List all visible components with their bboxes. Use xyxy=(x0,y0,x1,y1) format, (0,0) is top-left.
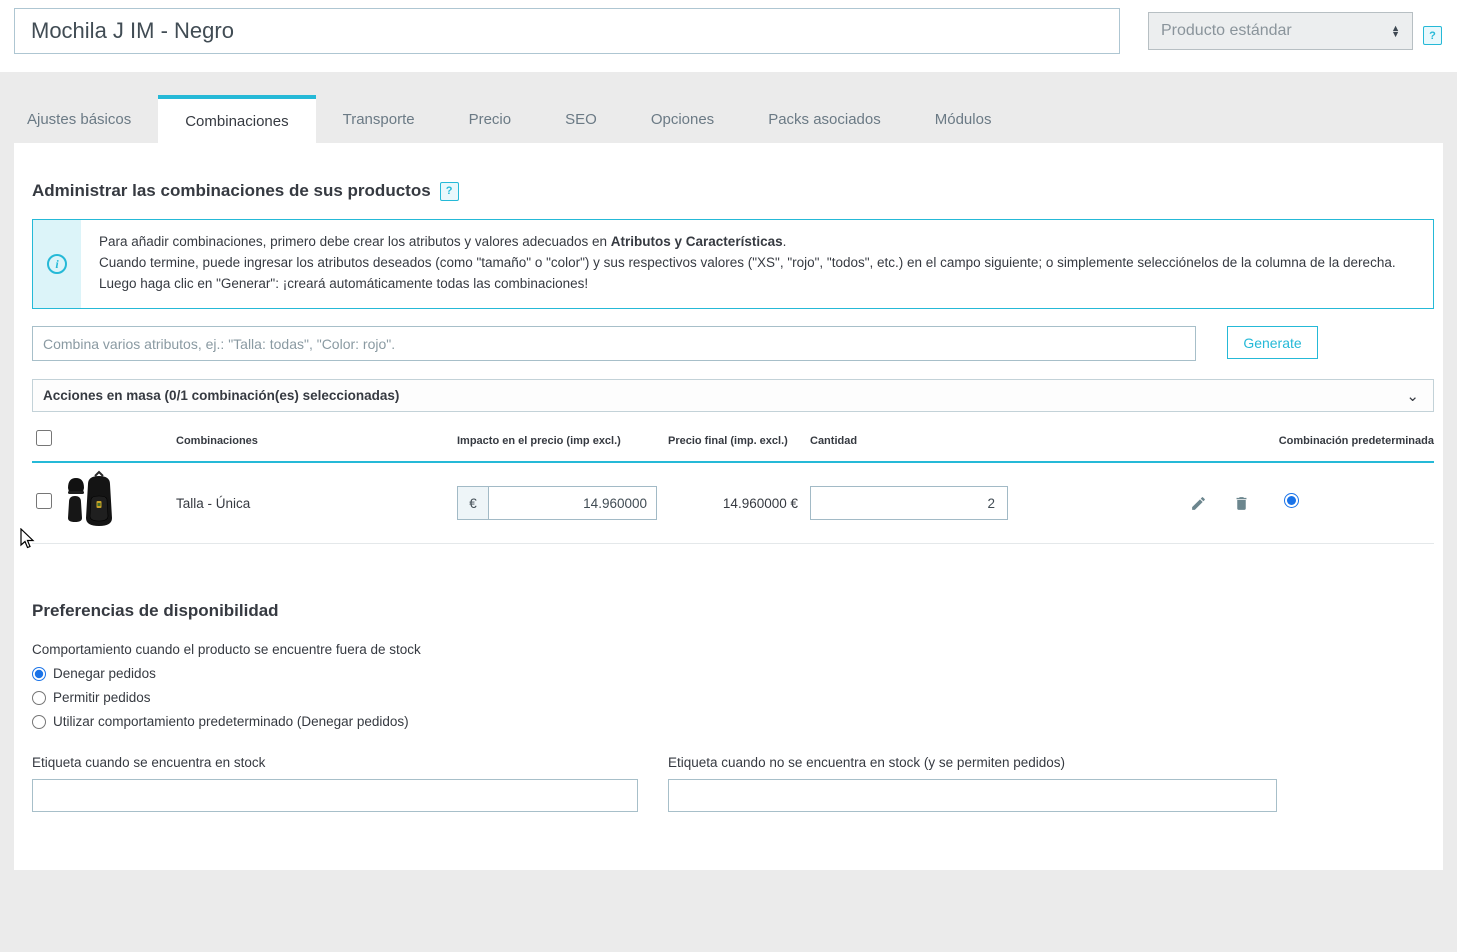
top-bar: Producto estándar ▲▼ ? xyxy=(0,0,1457,72)
chevron-down-icon: ⌄ xyxy=(1406,387,1419,405)
tab-seo[interactable]: SEO xyxy=(538,95,624,143)
select-all-checkbox[interactable] xyxy=(36,430,52,446)
out-of-stock-behavior-label: Comportamiento cuando el producto se enc… xyxy=(32,642,421,657)
product-type-select[interactable]: Producto estándar ▲ ▼ xyxy=(1148,12,1413,50)
tab-transporte[interactable]: Transporte xyxy=(316,95,442,143)
col-header-final-price: Precio final (imp. excl.) xyxy=(668,434,788,447)
tab-precio[interactable]: Precio xyxy=(442,95,539,143)
deny-orders-label: Denegar pedidos xyxy=(53,666,156,681)
info-alert-strip: i xyxy=(33,220,81,308)
availability-title-text: Preferencias de disponibilidad xyxy=(32,601,279,620)
quantity-input[interactable] xyxy=(810,486,1008,520)
info-icon: i xyxy=(47,254,67,274)
product-type-value: Producto estándar xyxy=(1161,22,1292,39)
tab-bar: Ajustes básicos Combinaciones Transporte… xyxy=(0,95,1018,143)
out-of-stock-options: Denegar pedidos Permitir pedidos Utiliza… xyxy=(32,666,409,729)
combinations-table: Combinaciones Impacto en el precio (imp … xyxy=(32,430,1434,544)
final-price-value: 14.960000 € xyxy=(722,495,798,511)
col-header-default: Combinación predeterminada xyxy=(1278,434,1434,447)
out-of-stock-label: Etiqueta cuando no se encuentra en stock… xyxy=(668,755,1065,770)
price-impact-group: € xyxy=(457,486,657,520)
availability-section-title: Preferencias de disponibilidad xyxy=(32,601,279,621)
option-default-behavior[interactable]: Utilizar comportamiento predeterminado (… xyxy=(32,714,409,729)
product-thumbnail xyxy=(64,469,116,532)
edit-icon[interactable] xyxy=(1190,495,1207,512)
generate-button[interactable]: Generate xyxy=(1227,326,1318,359)
bulk-actions-bar[interactable]: Acciones en masa (0/1 combinación(es) se… xyxy=(32,379,1434,412)
allow-orders-radio[interactable] xyxy=(32,690,46,705)
allow-orders-label: Permitir pedidos xyxy=(53,690,151,705)
combinations-title-text: Administrar las combinaciones de sus pro… xyxy=(32,181,431,200)
tab-combinaciones[interactable]: Combinaciones xyxy=(158,95,316,143)
info-line1-bold: Atributos y Características xyxy=(610,234,783,249)
default-behavior-radio[interactable] xyxy=(32,714,46,729)
combinations-section-title: Administrar las combinaciones de sus pro… xyxy=(32,181,459,201)
select-arrows-icon: ▲ ▼ xyxy=(1391,23,1400,39)
tab-modulos[interactable]: Módulos xyxy=(908,95,1019,143)
default-combination-radio[interactable] xyxy=(1284,493,1299,508)
info-line1: Para añadir combinaciones, primero debe … xyxy=(99,234,611,249)
info-line2: Cuando termine, puede ingresar los atrib… xyxy=(99,255,1396,291)
row-checkbox[interactable] xyxy=(36,492,52,509)
col-header-price-impact: Impacto en el precio (imp excl.) xyxy=(457,434,621,447)
info-alert: i Para añadir combinaciones, primero deb… xyxy=(32,219,1434,309)
option-deny-orders[interactable]: Denegar pedidos xyxy=(32,666,409,681)
default-behavior-label: Utilizar comportamiento predeterminado (… xyxy=(53,714,409,729)
combinations-help-icon[interactable]: ? xyxy=(439,181,459,201)
currency-prefix: € xyxy=(458,487,489,519)
attribute-search-input[interactable] xyxy=(32,326,1196,361)
tab-ajustes-basicos[interactable]: Ajustes básicos xyxy=(0,95,158,143)
combination-name: Talla - Única xyxy=(176,495,251,511)
tab-opciones[interactable]: Opciones xyxy=(624,95,741,143)
table-row: Talla - Única € 14.960000 € xyxy=(32,463,1434,544)
row-actions xyxy=(1008,495,1264,512)
col-header-quantity: Cantidad xyxy=(810,434,858,447)
help-icon[interactable]: ? xyxy=(1423,26,1442,45)
info-line1-end: . xyxy=(782,234,787,249)
col-header-combinations: Combinaciones xyxy=(176,434,258,447)
product-name-input[interactable] xyxy=(14,8,1120,54)
in-stock-input[interactable] xyxy=(32,779,638,812)
tab-packs-asociados[interactable]: Packs asociados xyxy=(741,95,908,143)
price-impact-input[interactable] xyxy=(489,487,656,519)
table-header-row: Combinaciones Impacto en el precio (imp … xyxy=(32,430,1434,463)
option-allow-orders[interactable]: Permitir pedidos xyxy=(32,690,409,705)
in-stock-label: Etiqueta cuando se encuentra en stock xyxy=(32,755,266,770)
info-alert-text: Para añadir combinaciones, primero debe … xyxy=(81,220,1433,308)
deny-orders-radio[interactable] xyxy=(32,666,46,681)
delete-icon[interactable] xyxy=(1233,495,1250,512)
bulk-actions-label: Acciones en masa (0/1 combinación(es) se… xyxy=(43,388,400,403)
out-of-stock-input[interactable] xyxy=(668,779,1277,812)
